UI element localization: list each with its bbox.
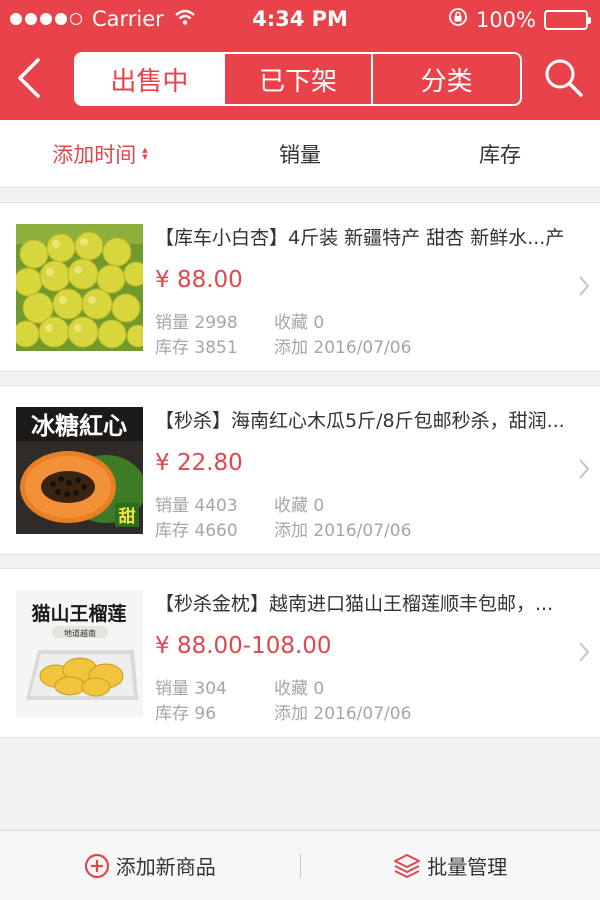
product-sales: 销量 2998 bbox=[155, 313, 238, 333]
product-price: ¥ 88.00-108.00 bbox=[155, 633, 332, 659]
add-product-button[interactable]: 添加新商品 bbox=[0, 851, 300, 880]
search-button[interactable] bbox=[542, 56, 586, 100]
product-price: ¥ 22.80 bbox=[155, 450, 243, 476]
sort-by-added-time[interactable]: 添加时间 ▲ ▼ bbox=[0, 120, 200, 187]
tab-category[interactable]: 分类 bbox=[371, 54, 520, 104]
chevron-right-icon bbox=[579, 276, 590, 296]
product-stock: 库存 3851 bbox=[155, 338, 238, 358]
product-stock: 库存 4660 bbox=[155, 521, 238, 541]
battery-percentage: 100% bbox=[475, 7, 536, 32]
sort-label: 添加时间 bbox=[52, 142, 137, 167]
product-favorites: 收藏 0 bbox=[274, 313, 325, 333]
plus-circle-icon bbox=[84, 853, 109, 878]
battery-icon bbox=[544, 9, 591, 30]
product-added-date: 添加 2016/07/06 bbox=[274, 521, 412, 541]
product-list: 【库车小白杏】4斤装 新疆特产 甜杏 新鲜水...产 ¥ 88.00 销量 29… bbox=[0, 202, 600, 751]
status-bar: Carrier 4:34 PM 100% bbox=[0, 0, 600, 38]
image-subcaption: 地道越南 bbox=[64, 628, 96, 638]
product-price: ¥ 88.00 bbox=[155, 267, 243, 293]
chevron-right-icon bbox=[579, 642, 590, 662]
product-image-papaya: 冰糖紅心 甜 bbox=[16, 407, 143, 534]
chevron-right-icon bbox=[579, 459, 590, 479]
status-segmented-control: 出售中 已下架 分类 bbox=[74, 52, 522, 106]
image-caption: 猫山王榴莲 bbox=[31, 602, 126, 625]
add-product-label: 添加新商品 bbox=[115, 855, 216, 879]
back-button[interactable] bbox=[14, 56, 44, 100]
product-stock: 库存 96 bbox=[155, 704, 217, 724]
product-sales: 销量 4403 bbox=[155, 496, 238, 516]
product-title: 【秒杀】海南红心木瓜5斤/8斤包邮秒杀，甜润... bbox=[155, 410, 565, 432]
search-icon bbox=[545, 59, 583, 97]
sort-label: 销量 bbox=[279, 142, 321, 167]
sort-by-stock[interactable]: 库存 bbox=[400, 120, 600, 187]
bottom-toolbar: 添加新商品 批量管理 bbox=[0, 830, 600, 900]
product-favorites: 收藏 0 bbox=[274, 496, 325, 516]
tab-on-sale[interactable]: 出售中 bbox=[76, 54, 223, 104]
batch-manage-label: 批量管理 bbox=[427, 855, 508, 879]
tab-delisted[interactable]: 已下架 bbox=[222, 54, 372, 104]
batch-manage-button[interactable]: 批量管理 bbox=[301, 851, 600, 880]
chevron-left-icon bbox=[18, 58, 40, 98]
image-caption: 冰糖紅心 bbox=[31, 411, 127, 440]
sort-by-sales[interactable]: 销量 bbox=[200, 120, 400, 187]
product-title: 【库车小白杏】4斤装 新疆特产 甜杏 新鲜水...产 bbox=[155, 227, 565, 249]
sort-bar: 添加时间 ▲ ▼ 销量 库存 bbox=[0, 120, 600, 188]
product-item[interactable]: 猫山王榴莲 地道越南 【秒杀金枕】越南进口猫山王榴莲顺丰包邮，... ¥ 88.… bbox=[0, 568, 600, 738]
product-image-durian: 猫山王榴莲 地道越南 bbox=[16, 590, 143, 717]
orientation-lock-icon bbox=[448, 7, 468, 32]
product-item[interactable]: 冰糖紅心 甜 【秒杀】海南红心木瓜5斤/8斤包邮秒杀，甜润... ¥ 22.80… bbox=[0, 385, 600, 555]
product-image-apricots bbox=[16, 224, 143, 351]
product-sales: 销量 304 bbox=[155, 679, 227, 699]
sort-label: 库存 bbox=[479, 142, 521, 167]
product-added-date: 添加 2016/07/06 bbox=[274, 704, 412, 724]
product-favorites: 收藏 0 bbox=[274, 679, 325, 699]
product-item[interactable]: 【库车小白杏】4斤装 新疆特产 甜杏 新鲜水...产 ¥ 88.00 销量 29… bbox=[0, 202, 600, 372]
sort-arrows-icon: ▲ ▼ bbox=[142, 145, 148, 161]
product-title: 【秒杀金枕】越南进口猫山王榴莲顺丰包邮，... bbox=[155, 593, 554, 615]
image-badge: 甜 bbox=[119, 506, 136, 527]
layers-icon bbox=[394, 853, 421, 878]
product-added-date: 添加 2016/07/06 bbox=[274, 338, 412, 358]
navigation-header: Carrier 4:34 PM 100% 出售中 已下架 分类 bbox=[0, 0, 600, 120]
